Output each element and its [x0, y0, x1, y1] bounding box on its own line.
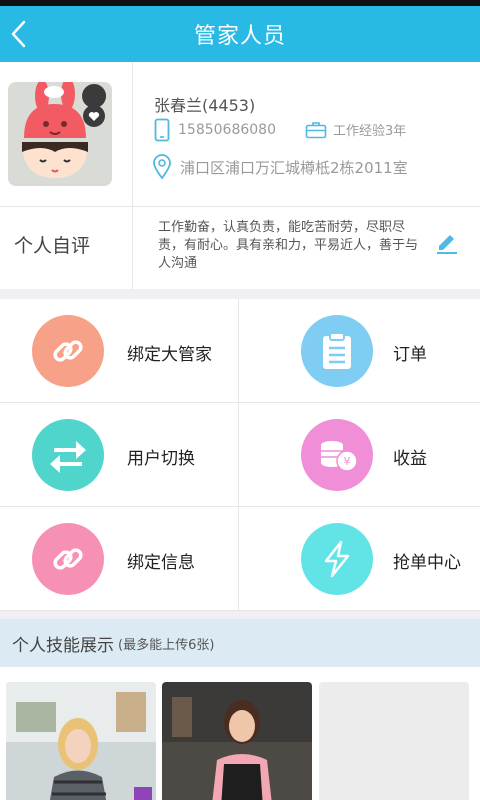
address-row: 浦口区浦口万汇城樽柢2栋2011室	[152, 154, 408, 180]
profile-card: 张春兰(4453) 15850686080 工作经验3年 浦口区浦口万汇城樽柢2…	[0, 62, 480, 207]
address-text: 浦口区浦口万汇城樽柢2栋2011室	[180, 158, 408, 177]
experience-row: 工作经验3年	[305, 120, 406, 139]
menu-bind-info[interactable]: 绑定信息	[0, 507, 239, 611]
function-menu-grid: 绑定大管家 订单 用户切换 ¥ 收益 绑定信息 抢单中心	[0, 299, 480, 611]
phone-row[interactable]: 15850686080	[154, 118, 276, 142]
menu-label: 绑定大管家	[127, 345, 212, 365]
page-title: 管家人员	[193, 24, 286, 49]
menu-label: 抢单中心	[393, 553, 461, 573]
link-icon	[32, 523, 104, 595]
app-header: 管家人员	[0, 6, 480, 62]
experience-text: 工作经验3年	[333, 124, 407, 139]
skills-note: (最多能上传6张)	[118, 637, 215, 653]
skill-photo-empty-slot[interactable]	[319, 682, 469, 800]
menu-label: 用户切换	[127, 449, 195, 469]
lightning-icon	[301, 523, 373, 595]
skill-photo[interactable]	[162, 682, 312, 800]
skill-photo[interactable]	[6, 682, 156, 800]
link-icon	[32, 315, 104, 387]
menu-label: 收益	[393, 449, 427, 469]
self-eval-divider	[132, 207, 133, 289]
location-pin-icon	[153, 154, 171, 180]
briefcase-icon	[305, 121, 327, 138]
self-eval-label: 个人自评	[14, 235, 91, 257]
self-eval-text: 工作勤奋，认真负责，能吃苦耐劳，尽职尽责，有耐心。具有亲和力，平易近人，善于与人…	[158, 220, 419, 271]
menu-grab-order-center[interactable]: 抢单中心	[239, 507, 480, 611]
chevron-left-icon[interactable]	[6, 16, 38, 52]
phone-icon	[154, 118, 170, 142]
skills-photo-gallery	[0, 667, 480, 800]
section-gap	[0, 289, 480, 299]
self-evaluation-section: 个人自评 工作勤奋，认真负责，能吃苦耐劳，尽职尽责，有耐心。具有亲和力，平易近人…	[0, 207, 480, 289]
skills-header: 个人技能展示 (最多能上传6张)	[0, 619, 480, 667]
worker-name: 张春兰(4453)	[154, 96, 256, 115]
edit-pencil-icon[interactable]	[434, 229, 460, 255]
avatar-image	[8, 82, 112, 186]
phone-number: 15850686080	[178, 122, 276, 138]
avatar[interactable]	[8, 82, 112, 186]
menu-orders[interactable]: 订单	[239, 299, 480, 403]
skills-title: 个人技能展示	[12, 635, 114, 656]
clipboard-icon	[301, 315, 373, 387]
menu-label: 绑定信息	[127, 553, 195, 573]
switch-arrows-icon	[32, 419, 104, 491]
coins-icon: ¥	[301, 419, 373, 491]
menu-earnings[interactable]: ¥ 收益	[239, 403, 480, 507]
menu-bind-butler[interactable]: 绑定大管家	[0, 299, 239, 403]
profile-divider	[132, 62, 133, 207]
menu-label: 订单	[393, 345, 427, 365]
svg-text:¥: ¥	[344, 455, 351, 468]
menu-user-switch[interactable]: 用户切换	[0, 403, 239, 507]
